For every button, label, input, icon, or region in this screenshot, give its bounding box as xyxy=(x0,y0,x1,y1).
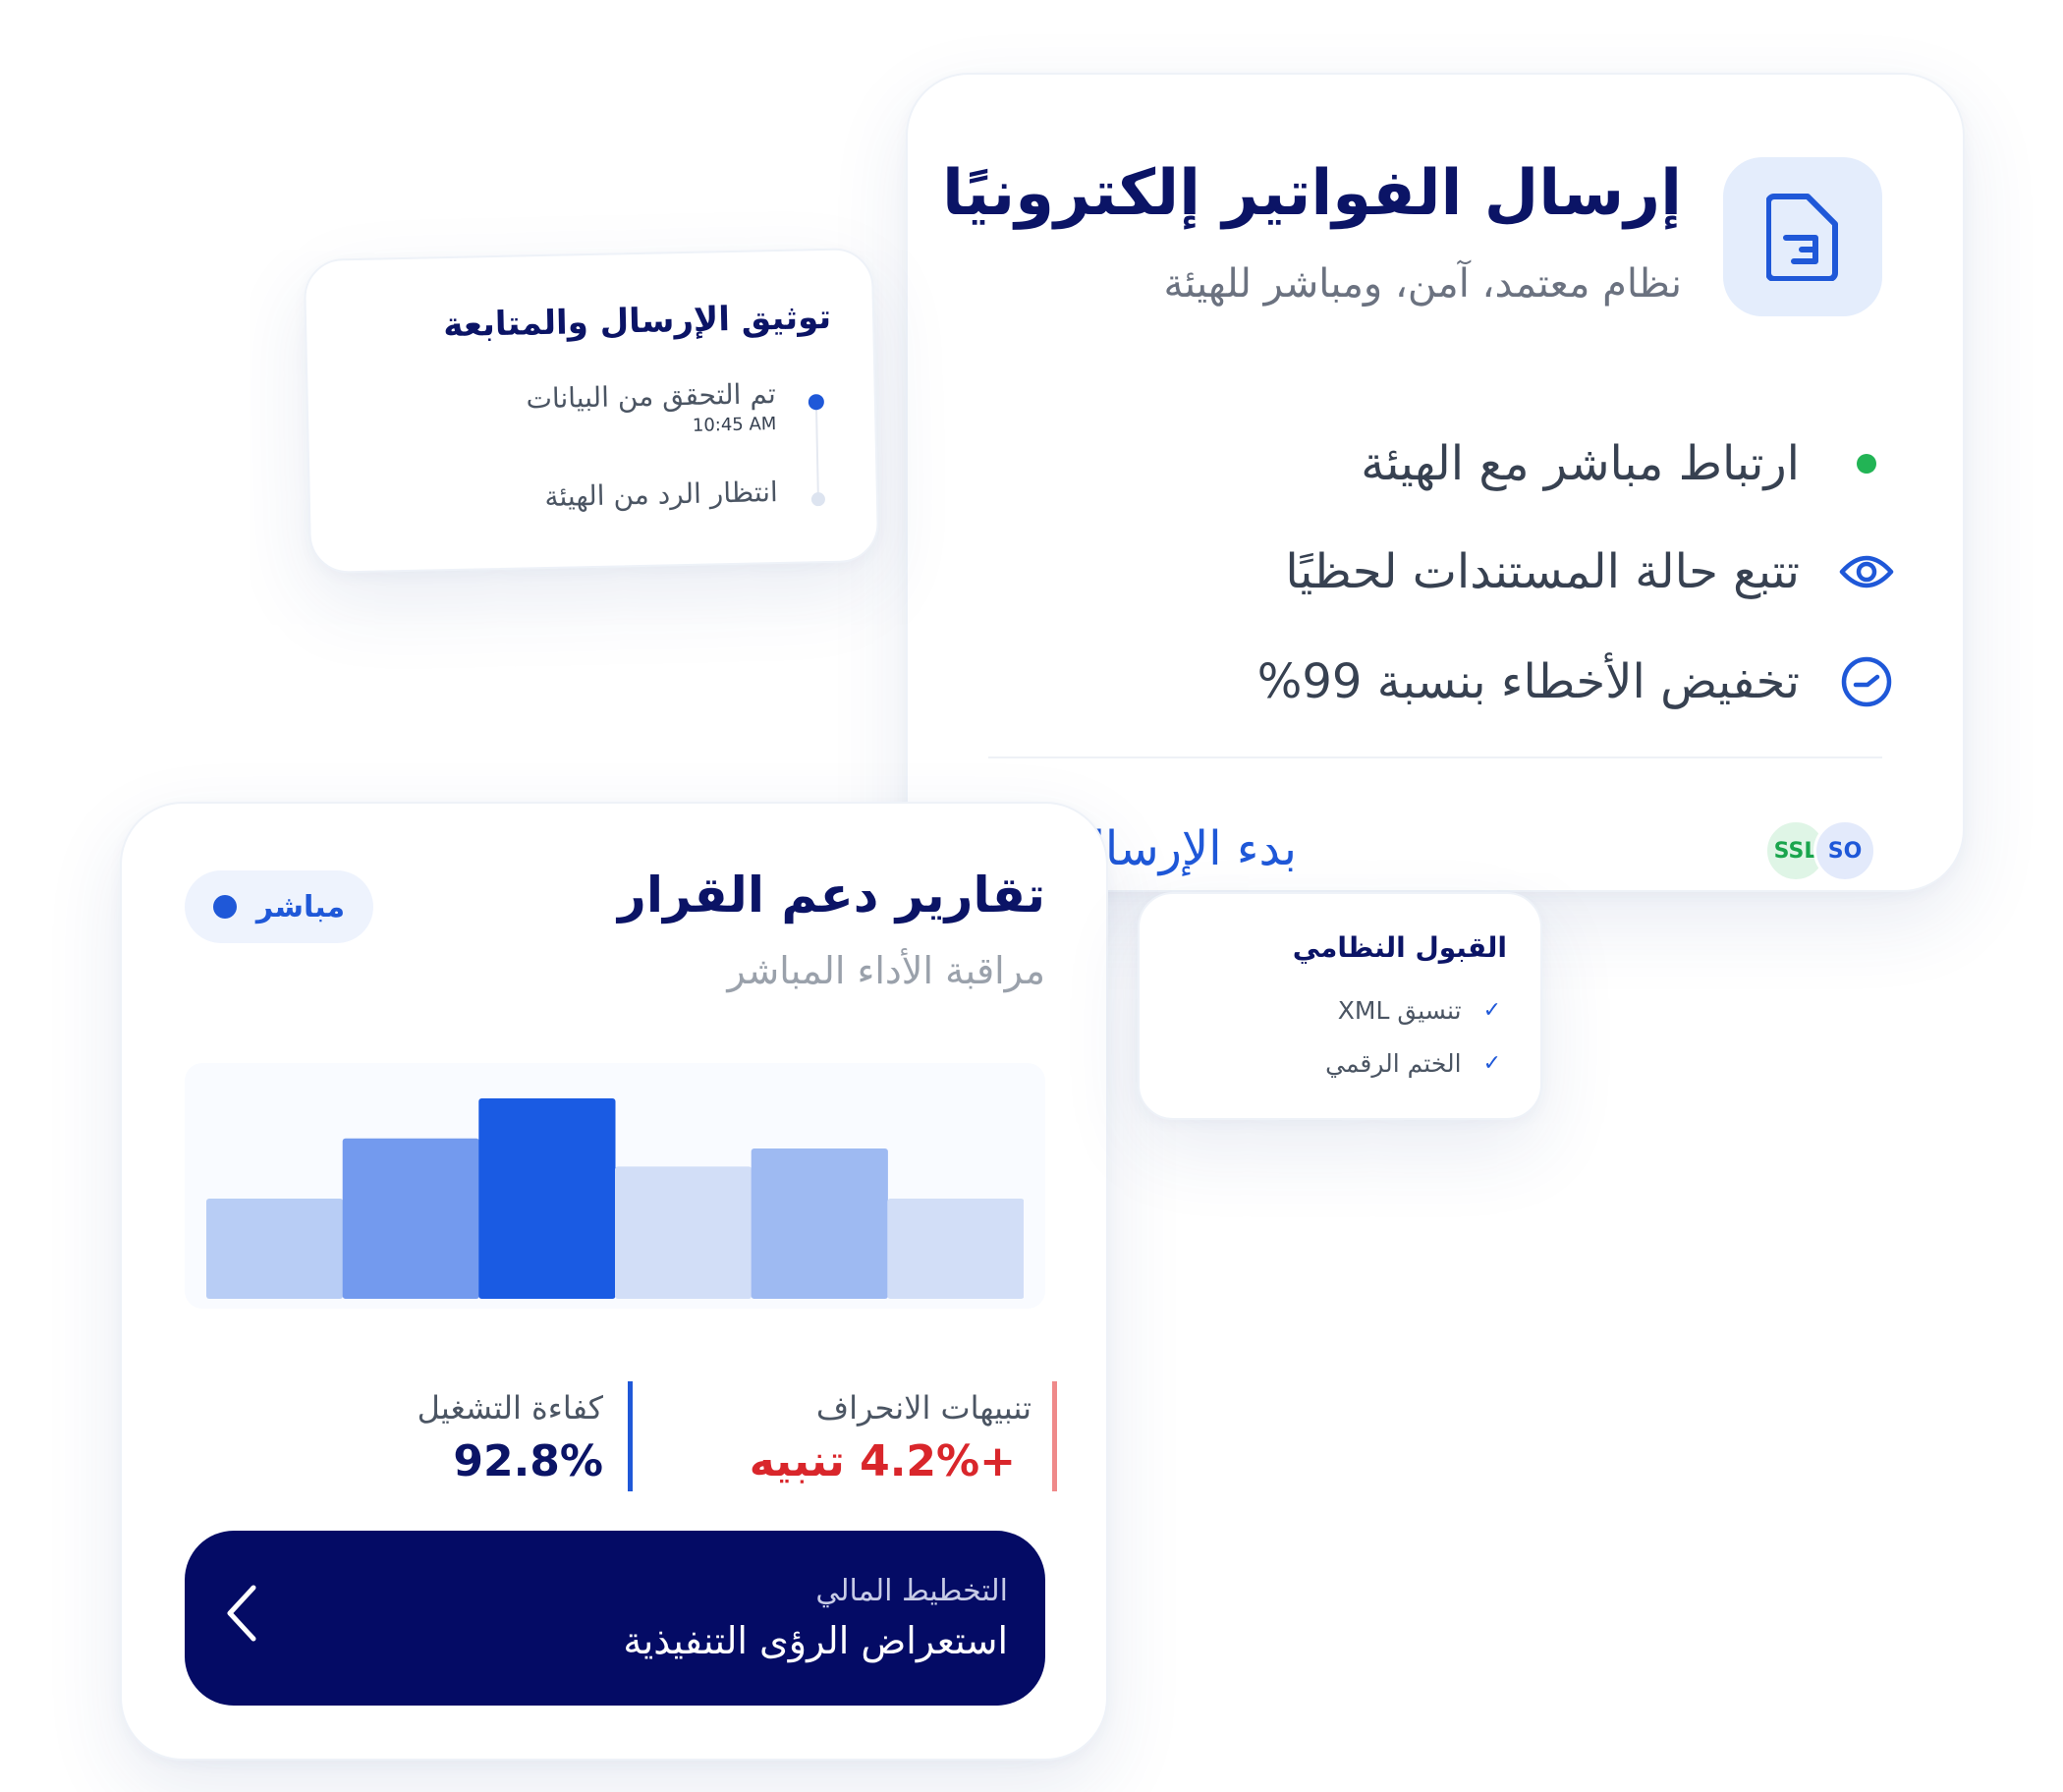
tracking-title: توثيق الإرسال والمتابعة xyxy=(442,297,832,346)
metric-alerts: تنبيهات الانحراف +4.2% تنبيه xyxy=(692,1381,1057,1491)
invoice-card: إرسال الفواتير إلكترونيًا نظام معتمد، آم… xyxy=(906,73,1965,892)
acceptance-item: ✓ الختم الرقمي xyxy=(1325,1049,1501,1078)
timeline-step-label: انتظار الرد من الهيئة xyxy=(544,476,779,514)
metric-label: كفاءة التشغيل xyxy=(417,1389,603,1427)
metric-accent-bar xyxy=(628,1381,633,1491)
chart-bar-5 xyxy=(751,1148,888,1299)
feature-label: تتبع حالة المستندات لحظيًا xyxy=(1285,544,1800,599)
reports-card: تقارير دعم القرار مراقبة الأداء المباشر … xyxy=(120,802,1108,1761)
metric-accent-bar xyxy=(1052,1381,1057,1491)
live-badge: مباشر xyxy=(185,870,373,943)
feature-label: ارتباط مباشر مع الهيئة xyxy=(1361,436,1800,491)
security-badges: SSL SO xyxy=(1751,819,1876,882)
check-icon: ✓ xyxy=(1482,998,1501,1023)
acceptance-item-label: الختم الرقمي xyxy=(1325,1049,1462,1078)
cta-label: استعراض الرؤى التنفيذية xyxy=(623,1619,1008,1662)
timeline-dot-active xyxy=(808,394,825,411)
invoice-subtitle: نظام معتمد، آمن، ومباشر للهيئة xyxy=(1163,261,1682,307)
chart-bar-2 xyxy=(342,1138,479,1299)
executive-insights-button[interactable]: التخطيط المالي استعراض الرؤى التنفيذية xyxy=(185,1531,1045,1706)
bar-chart xyxy=(185,1063,1045,1309)
metric-label: تنبيهات الانحراف xyxy=(815,1389,1032,1427)
feature-error-reduction: تخفيض الأخطاء بنسبة 99% xyxy=(1088,643,1894,721)
timeline-dot-pending xyxy=(810,492,826,507)
check-icon: ✓ xyxy=(1482,1051,1501,1076)
cta-eyebrow: التخطيط المالي xyxy=(815,1574,1008,1608)
live-dot-icon xyxy=(212,895,237,919)
gauge-icon xyxy=(1839,654,1894,709)
feature-direct-link: ارتباط مباشر مع الهيئة xyxy=(1088,424,1894,503)
timeline-step-time: 10:45 AM xyxy=(692,414,777,436)
invoice-title: إرسال الفواتير إلكترونيًا xyxy=(942,157,1682,230)
feature-label: تخفيض الأخطاء بنسبة 99% xyxy=(1256,654,1800,709)
metric-efficiency: كفاءة التشغيل 92.8% xyxy=(250,1381,633,1491)
eye-icon xyxy=(1839,544,1894,599)
acceptance-card: القبول النظامي ✓ تنسيق XML ✓ الختم الرقم… xyxy=(1138,892,1542,1120)
metric-value: 92.8% xyxy=(453,1436,603,1486)
green-dot-icon xyxy=(1839,436,1894,491)
chart-bar-4 xyxy=(615,1166,753,1299)
chart-bar-3 xyxy=(478,1098,616,1299)
divider xyxy=(988,756,1882,758)
reports-title: تقارير دعم القرار xyxy=(618,867,1045,924)
document-icon xyxy=(1766,194,1838,281)
acceptance-title: القبول النظامي xyxy=(1292,931,1507,964)
bar-chart-svg xyxy=(206,1098,1024,1299)
chevron-left-icon xyxy=(227,1585,256,1642)
tracking-card: توثيق الإرسال والمتابعة تم التحقق من الب… xyxy=(303,247,880,575)
timeline-line xyxy=(814,402,819,497)
acceptance-item-label: تنسيق XML xyxy=(1337,996,1462,1025)
feature-tracking: تتبع حالة المستندات لحظيًا xyxy=(1088,532,1894,611)
acceptance-item: ✓ تنسيق XML xyxy=(1338,996,1501,1025)
document-icon-box xyxy=(1723,157,1882,316)
metric-value: +4.2% تنبيه xyxy=(749,1436,1016,1486)
chart-bar-1 xyxy=(206,1199,344,1299)
chart-bar-6 xyxy=(887,1199,1024,1299)
so-badge: SO xyxy=(1813,819,1876,882)
reports-subtitle: مراقبة الأداء المباشر xyxy=(727,949,1045,992)
timeline-step-label: تم التحقق من البيانات xyxy=(526,377,777,416)
timeline-step: تم التحقق من البيانات 10:45 AM xyxy=(526,377,776,439)
live-label: مباشر xyxy=(255,889,346,924)
